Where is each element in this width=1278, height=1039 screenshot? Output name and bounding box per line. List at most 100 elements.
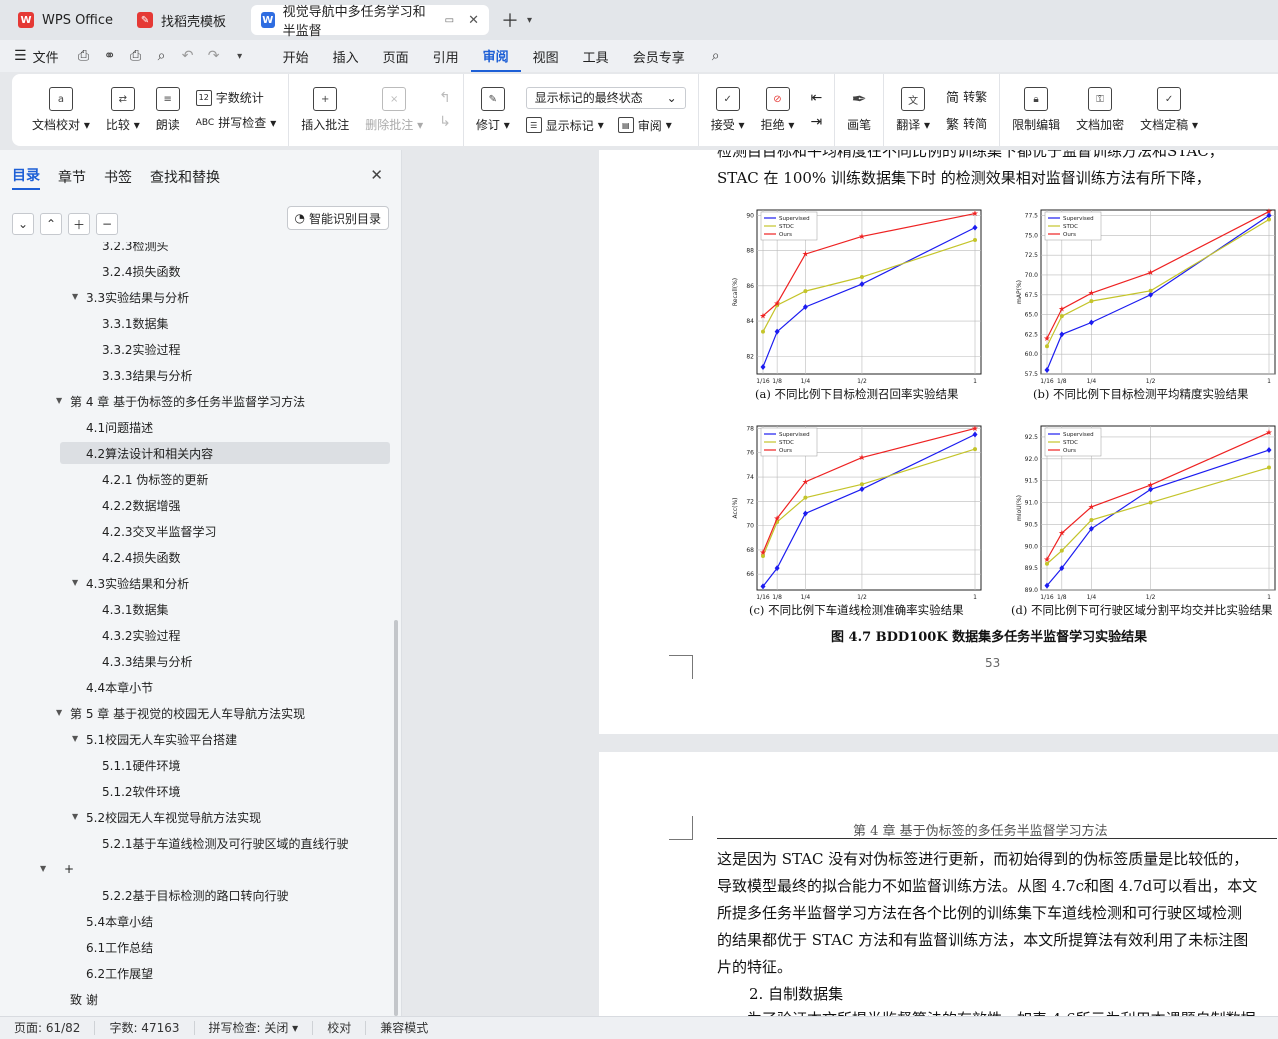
toc-item[interactable]: 5.2.1基于车道线检测及可行驶区域的直线行驶 — [60, 832, 390, 854]
toc-item[interactable]: 4.3.1数据集 — [60, 598, 390, 620]
spell-check-indicator[interactable]: 拼写检查: 关闭 ▾ — [195, 1021, 314, 1035]
smart-toc-button[interactable]: ◔ 智能识别目录 — [286, 206, 389, 230]
y-tick-label: 72 — [746, 498, 754, 505]
toc-item[interactable]: 4.1问题描述 — [60, 416, 390, 438]
data-point: ★ — [774, 514, 781, 523]
toc-item[interactable]: 3.3.1数据集 — [60, 312, 390, 334]
menu-page[interactable]: 页面 — [371, 40, 421, 72]
data-point — [803, 495, 808, 500]
next-comment-icon[interactable]: ↳ — [439, 114, 451, 130]
menu-file[interactable]: 文件 — [33, 40, 71, 72]
markup-state-select[interactable]: 显示标记的最终状态 ⌄ — [525, 86, 686, 109]
toc-item[interactable]: 3.2.3检测头 — [60, 242, 390, 256]
tab-bookmarks[interactable]: 书签 — [104, 167, 132, 187]
delete-comment-button[interactable]: × 删除批注 ▾ — [359, 78, 429, 142]
menu-review[interactable]: 审阅 — [470, 40, 521, 72]
toc-item[interactable]: 6.2工作展望 — [60, 962, 390, 984]
remove-heading-icon[interactable]: − — [96, 213, 118, 235]
menu-view[interactable]: 视图 — [521, 40, 571, 72]
translate-button[interactable]: 文 翻译 ▾ — [890, 78, 936, 142]
toc-item[interactable]: 5.2.2基于目标检测的路口转向行驶 — [60, 884, 390, 906]
tab-find-replace[interactable]: 查找和替换 — [150, 167, 220, 187]
prev-change-icon[interactable]: ⇤ — [810, 90, 822, 106]
toc-item[interactable]: 4.3.2实验过程 — [60, 624, 390, 646]
expand-arrow-icon[interactable]: ▼ — [40, 864, 46, 873]
tab-wps-office[interactable]: W WPS Office — [8, 5, 123, 35]
tab-toc[interactable]: 目录 — [12, 165, 40, 190]
toc-item[interactable]: 4.4本章小节 — [60, 676, 390, 698]
toc-item[interactable]: + — [60, 858, 390, 880]
page-indicator[interactable]: 页面: 61/82 — [0, 1021, 96, 1035]
word-count-indicator[interactable]: 字数: 47163 — [95, 1021, 195, 1035]
tab-document[interactable]: W 视觉导航中多任务学习和半监督 ▭ ✕ — [251, 5, 490, 39]
toc-item[interactable]: 5.1.2软件环境 — [60, 780, 390, 802]
menu-start[interactable]: 开始 — [271, 40, 321, 72]
prev-comment-icon[interactable]: ↰ — [439, 90, 451, 106]
expand-icon[interactable]: ⌃ — [40, 213, 62, 235]
toc-item[interactable]: 4.2算法设计和相关内容 — [60, 442, 390, 464]
toc-item[interactable]: 5.2校园无人车视觉导航方法实现 — [60, 806, 390, 828]
toc-item[interactable]: 致 谢 — [60, 988, 390, 1010]
redo-icon[interactable]: ↷ — [201, 40, 227, 72]
toc-item[interactable]: 4.2.1 伪标签的更新 — [60, 468, 390, 490]
show-markup-button[interactable]: ☰ 显示标记 ▾ — [525, 117, 604, 134]
print-preview-icon[interactable]: ⌕ — [149, 40, 175, 72]
close-tab-icon[interactable]: ✕ — [468, 13, 479, 28]
toc-item[interactable]: 第 4 章 基于伪标签的多任务半监督学习方法 — [60, 390, 390, 412]
word-count-button[interactable]: 12 字数统计 — [195, 89, 277, 106]
add-heading-icon[interactable]: ＋ — [68, 213, 90, 235]
reject-button[interactable]: ⊘ 拒绝 ▾ — [755, 78, 801, 142]
save-icon[interactable]: ⎙ — [71, 40, 97, 72]
toc-item[interactable]: 4.3实验结果和分析 — [60, 572, 390, 594]
toc-item[interactable]: 5.1.1硬件环境 — [60, 754, 390, 776]
read-aloud-button[interactable]: ≡ 朗读 — [150, 78, 186, 142]
toc-item[interactable]: 第 5 章 基于视觉的校园无人车导航方法实现 — [60, 702, 390, 724]
doc-check-button[interactable]: a 文档校对 ▾ — [26, 78, 96, 142]
hamburger-icon[interactable]: ☰ — [14, 48, 27, 64]
toc-item[interactable]: 3.3.3结果与分析 — [60, 364, 390, 386]
tab-docer[interactable]: ✎ 找稻壳模板 — [127, 5, 247, 35]
review-pane-button[interactable]: ▤ 审阅 ▾ — [617, 117, 672, 134]
encrypt-button[interactable]: ⚿ 文档加密 — [1070, 78, 1130, 142]
to-simplified-button[interactable]: 繁 转简 — [946, 114, 987, 133]
compare-button[interactable]: ⇄ 比较 ▾ — [100, 78, 146, 142]
to-traditional-button[interactable]: 简 转繁 — [946, 87, 987, 106]
status-bar: 页面: 61/82 字数: 47163 拼写检查: 关闭 ▾ 校对 兼容模式 — [0, 1016, 1278, 1039]
toc-item[interactable]: 3.3实验结果与分析 — [60, 286, 390, 308]
restrict-edit-button[interactable]: 🔒︎ 限制编辑 — [1006, 78, 1066, 142]
revise-button[interactable]: ✎ 修订 ▾ — [470, 78, 516, 142]
toc-item[interactable]: 4.2.2数据增强 — [60, 494, 390, 516]
new-tab-icon[interactable]: ＋ — [501, 7, 519, 33]
toc-scrollbar[interactable] — [394, 620, 398, 1016]
menu-insert[interactable]: 插入 — [321, 40, 371, 72]
close-pane-icon[interactable]: ✕ — [370, 166, 383, 184]
toc-item[interactable]: 4.3.3结果与分析 — [60, 650, 390, 672]
next-change-icon[interactable]: ⇥ — [810, 114, 822, 130]
proof-indicator[interactable]: 校对 — [313, 1021, 367, 1035]
toc-item[interactable]: 3.3.2实验过程 — [60, 338, 390, 360]
chevron-down-icon[interactable]: ▾ — [527, 15, 532, 26]
share-icon[interactable]: ⚭ — [97, 40, 123, 72]
more-icon[interactable]: ▾ — [227, 40, 253, 72]
spell-check-button[interactable]: ABC 拼写检查 ▾ — [196, 114, 277, 131]
accept-button[interactable]: ✓ 接受 ▾ — [705, 78, 751, 142]
toc-item-label: 3.3.1数据集 — [102, 316, 169, 331]
ink-button[interactable]: ✒ 画笔 — [841, 78, 877, 142]
undo-icon[interactable]: ↶ — [175, 40, 201, 72]
menu-reference[interactable]: 引用 — [421, 40, 471, 72]
toc-item[interactable]: 5.1校园无人车实验平台搭建 — [60, 728, 390, 750]
collapse-icon[interactable]: ⌄ — [12, 213, 34, 235]
finalize-button[interactable]: ✓ 文档定稿 ▾ — [1134, 78, 1204, 142]
tab-chapters[interactable]: 章节 — [58, 167, 86, 187]
insert-comment-button[interactable]: + 插入批注 — [295, 78, 355, 142]
menu-member[interactable]: 会员专享 — [621, 40, 697, 72]
menu-tools[interactable]: 工具 — [571, 40, 621, 72]
toc-item[interactable]: 4.2.3交叉半监督学习 — [60, 520, 390, 542]
toc-item[interactable]: 6.1工作总结 — [60, 936, 390, 958]
print-icon[interactable]: ⎙ — [123, 40, 149, 72]
toc-item[interactable]: 3.2.4损失函数 — [60, 260, 390, 282]
toc-item[interactable]: 5.4本章小结 — [60, 910, 390, 932]
search-icon[interactable]: ⌕ — [703, 40, 729, 72]
toc-item[interactable]: 4.2.4损失函数 — [60, 546, 390, 568]
data-point: ★ — [802, 477, 809, 486]
